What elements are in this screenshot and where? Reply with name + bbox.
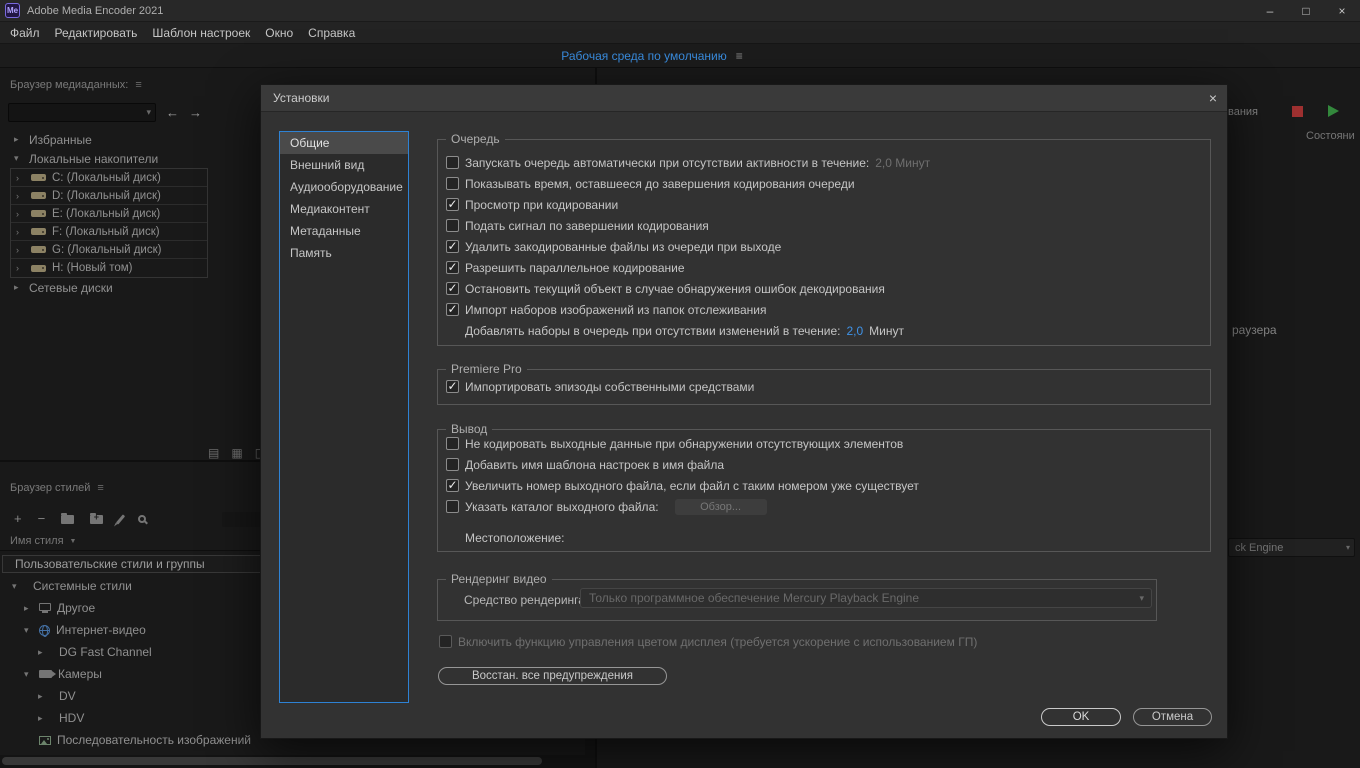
preferences-dialog: Установки × Общие Внешний вид Аудиообору…	[260, 84, 1228, 739]
checkbox-row-stop-on-decode-errors[interactable]: Остановить текущий объект в случае обнар…	[446, 278, 1210, 299]
ok-button[interactable]: OK	[1041, 708, 1121, 726]
window-controls: – □ ×	[1252, 0, 1360, 22]
checkbox-label: Включить функцию управления цветом диспл…	[458, 635, 977, 649]
checkbox-label: Запускать очередь автоматически при отсу…	[465, 156, 869, 170]
checkbox-label: Указать каталог выходного файла:	[465, 500, 659, 514]
watch-folder-timeout-row: Добавлять наборы в очередь при отсутстви…	[446, 320, 1210, 341]
renderer-dropdown: Только программное обеспечение Mercury P…	[580, 588, 1152, 608]
checkbox-row-watch-folder-import[interactable]: Импорт наборов изображений из папок отсл…	[446, 299, 1210, 320]
checkbox[interactable]	[446, 219, 459, 232]
checkbox-row-display-color-management: Включить функцию управления цветом диспл…	[439, 631, 977, 652]
group-title: Вывод	[446, 422, 492, 436]
group-queue: Очередь Запускать очередь автоматически …	[437, 139, 1211, 346]
checkbox-label: Подать сигнал по завершении кодирования	[465, 219, 709, 233]
checkbox-row-show-remaining-time[interactable]: Показывать время, оставшееся до завершен…	[446, 173, 1210, 194]
renderer-label: Средство рендеринга:	[464, 593, 588, 607]
checkbox	[439, 635, 452, 648]
checkbox-label: Разрешить параллельное кодирование	[465, 261, 685, 275]
row-label: Добавлять наборы в очередь при отсутстви…	[465, 324, 840, 338]
checkbox[interactable]	[446, 177, 459, 190]
checkbox[interactable]	[446, 303, 459, 316]
group-title: Premiere Pro	[446, 362, 527, 376]
close-button[interactable]: ×	[1324, 0, 1360, 22]
category-memory[interactable]: Память	[280, 242, 408, 264]
window-title: Adobe Media Encoder 2021	[27, 5, 163, 17]
checkbox-row-specify-output-folder[interactable]: Указать каталог выходного файла: Обзор..…	[446, 496, 1210, 517]
chevron-down-icon: ▾	[1139, 593, 1144, 604]
category-appearance[interactable]: Внешний вид	[280, 154, 408, 176]
menu-edit[interactable]: Редактировать	[55, 26, 149, 40]
checkbox[interactable]	[446, 380, 459, 393]
checkbox[interactable]	[446, 282, 459, 295]
category-metadata[interactable]: Метаданные	[280, 220, 408, 242]
app-logo-icon: Me	[5, 3, 20, 18]
checkbox-label: Импортировать эпизоды собственными средс…	[465, 380, 754, 394]
checkbox[interactable]	[446, 479, 459, 492]
checkbox-label: Просмотр при кодировании	[465, 198, 618, 212]
panel-menu-icon[interactable]: ≡	[736, 49, 743, 63]
checkbox-row-parallel-encoding[interactable]: Разрешить параллельное кодирование	[446, 257, 1210, 278]
category-media[interactable]: Медиаконтент	[280, 198, 408, 220]
menu-file[interactable]: Файл	[10, 26, 51, 40]
checkbox-row-remove-completed[interactable]: Удалить закодированные файлы из очереди …	[446, 236, 1210, 257]
checkbox-label: Добавить имя шаблона настроек в имя файл…	[465, 458, 724, 472]
checkbox-label: Показывать время, оставшееся до завершен…	[465, 177, 855, 191]
checkbox[interactable]	[446, 437, 459, 450]
checkbox[interactable]	[446, 198, 459, 211]
category-list: Общие Внешний вид Аудиооборудование Меди…	[279, 131, 409, 703]
menu-bar: Файл Редактировать Шаблон настроек Окно …	[0, 22, 1360, 44]
category-general[interactable]: Общие	[280, 132, 408, 154]
checkbox[interactable]	[446, 500, 459, 513]
minimize-button[interactable]: –	[1252, 0, 1288, 22]
checkbox-label: Импорт наборов изображений из папок отсл…	[465, 303, 766, 317]
group-title: Рендеринг видео	[446, 572, 552, 586]
checkbox-row-preview-while-encoding[interactable]: Просмотр при кодировании	[446, 194, 1210, 215]
group-premiere-pro: Premiere Pro Импортировать эпизоды собст…	[437, 369, 1211, 405]
workspace-bar: Рабочая среда по умолчанию ≡	[0, 44, 1360, 68]
checkbox-label: Удалить закодированные файлы из очереди …	[465, 240, 781, 254]
checkbox[interactable]	[446, 261, 459, 274]
group-title: Очередь	[446, 132, 505, 146]
checkbox-row-increment-file-number[interactable]: Увеличить номер выходного файла, если фа…	[446, 475, 1210, 496]
checkbox-label: Увеличить номер выходного файла, если фа…	[465, 479, 919, 493]
checkbox[interactable]	[446, 156, 459, 169]
timeout-unit: Минут	[869, 324, 904, 338]
location-label: Местоположение:	[465, 531, 564, 545]
group-video-rendering: Рендеринг видео Средство рендеринга: Тол…	[437, 579, 1157, 621]
dialog-titlebar: Установки ×	[261, 85, 1227, 112]
menu-window[interactable]: Окно	[265, 26, 304, 40]
checkbox-row-append-preset-name[interactable]: Добавить имя шаблона настроек в имя файл…	[446, 454, 1210, 475]
checkbox-row-beep-on-finish[interactable]: Подать сигнал по завершении кодирования	[446, 215, 1210, 236]
close-icon[interactable]: ×	[1209, 90, 1217, 106]
timeout-value[interactable]: 2,0	[846, 324, 863, 338]
checkbox[interactable]	[446, 240, 459, 253]
checkbox-label: Не кодировать выходные данные при обнару…	[465, 437, 903, 451]
checkbox[interactable]	[446, 458, 459, 471]
cancel-button[interactable]: Отмена	[1133, 708, 1212, 726]
reset-warnings-button[interactable]: Восстан. все предупреждения	[438, 667, 667, 685]
window-titlebar: Me Adobe Media Encoder 2021 – □ ×	[0, 0, 1360, 22]
dialog-title: Установки	[273, 91, 329, 105]
browse-button: Обзор...	[675, 499, 767, 515]
checkbox-row-no-encode-missing-items[interactable]: Не кодировать выходные данные при обнару…	[446, 433, 1210, 454]
category-audio-hardware[interactable]: Аудиооборудование	[280, 176, 408, 198]
dropdown-value: Только программное обеспечение Mercury P…	[589, 591, 919, 605]
workspace-tab[interactable]: Рабочая среда по умолчанию	[561, 49, 726, 63]
timeout-value-disabled: 2,0 Минут	[875, 156, 930, 170]
location-row: Местоположение:	[446, 527, 1210, 548]
menu-help[interactable]: Справка	[308, 26, 366, 40]
menu-preset[interactable]: Шаблон настроек	[152, 26, 261, 40]
checkbox-row-auto-start[interactable]: Запускать очередь автоматически при отсу…	[446, 152, 1210, 173]
maximize-button[interactable]: □	[1288, 0, 1324, 22]
group-output: Вывод Не кодировать выходные данные при …	[437, 429, 1211, 552]
checkbox-row-native-sequence-import[interactable]: Импортировать эпизоды собственными средс…	[446, 376, 1210, 397]
checkbox-label: Остановить текущий объект в случае обнар…	[465, 282, 885, 296]
